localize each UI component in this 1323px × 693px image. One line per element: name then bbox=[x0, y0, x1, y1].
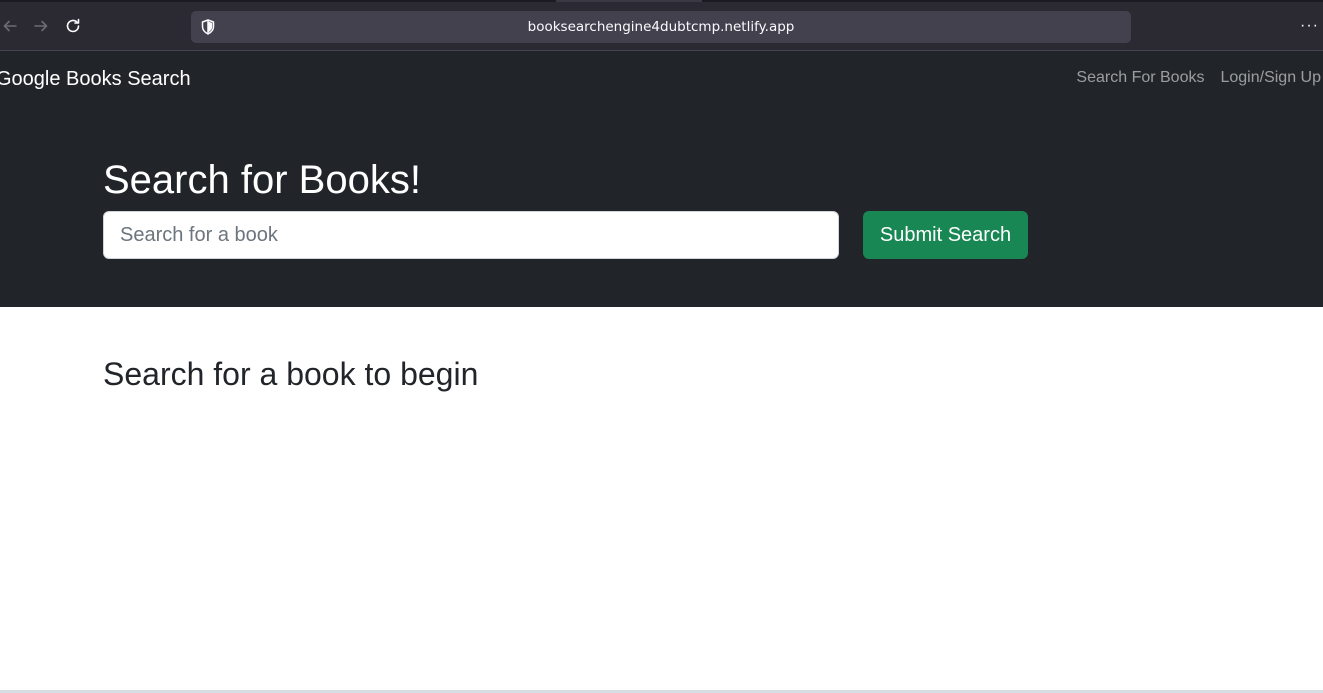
url-text[interactable]: booksearchengine4dubtcmp.netlify.app bbox=[191, 19, 1131, 35]
reload-icon[interactable] bbox=[63, 16, 83, 36]
forward-arrow-icon[interactable] bbox=[31, 16, 51, 36]
address-bar[interactable]: booksearchengine4dubtcmp.netlify.app bbox=[191, 11, 1131, 43]
nav-link-search-for-books[interactable]: Search For Books bbox=[1076, 69, 1204, 87]
search-hero: Search for Books! Submit Search bbox=[0, 107, 1323, 307]
back-arrow-icon[interactable] bbox=[0, 16, 20, 36]
submit-search-button[interactable]: Submit Search bbox=[863, 211, 1028, 259]
search-input[interactable] bbox=[103, 211, 839, 259]
nav-link-login-signup[interactable]: Login/Sign Up bbox=[1220, 69, 1321, 87]
more-menu-icon[interactable]: ··· bbox=[1300, 16, 1319, 36]
nav-links: Search For Books Login/Sign Up bbox=[1076, 69, 1321, 87]
results-heading: Search for a book to begin bbox=[103, 356, 479, 392]
page-title: Search for Books! bbox=[103, 158, 421, 202]
brand-title[interactable]: Google Books Search bbox=[0, 68, 191, 91]
browser-toolbar: booksearchengine4dubtcmp.netlify.app ··· bbox=[0, 0, 1323, 51]
app-navbar: Google Books Search Search For Books Log… bbox=[0, 51, 1323, 107]
active-tab-indicator bbox=[556, 0, 702, 2]
